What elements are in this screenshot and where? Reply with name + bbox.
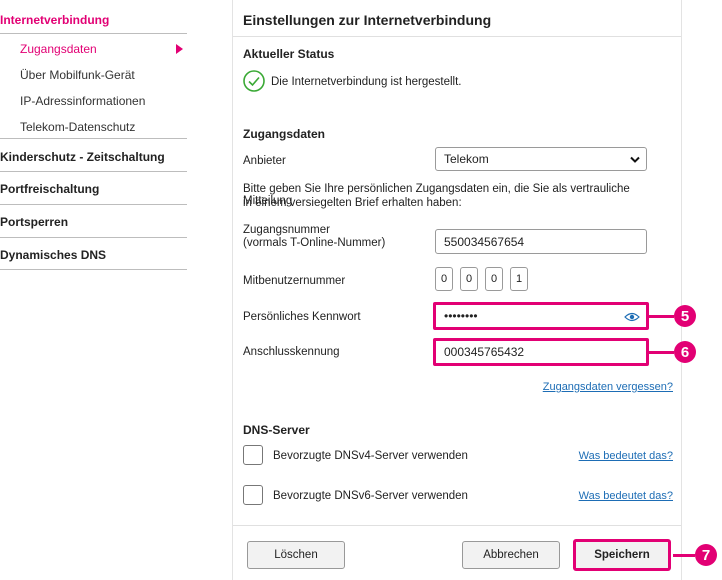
access-heading: Zugangsdaten bbox=[243, 127, 326, 141]
sidebar-divider bbox=[0, 237, 187, 238]
sidebar-item-ip[interactable]: IP-Adressinformationen bbox=[0, 94, 187, 108]
sidebar-section-portfreischaltung[interactable]: Portfreischaltung bbox=[0, 182, 187, 196]
sidebar-section-portsperren[interactable]: Portsperren bbox=[0, 215, 187, 229]
dropdown-chevron-icon bbox=[630, 156, 640, 163]
co-user-label: Mitbenutzernummer bbox=[243, 275, 346, 287]
sidebar-section-dynamisches-dns[interactable]: Dynamisches DNS bbox=[0, 248, 187, 262]
provider-label: Anbieter bbox=[243, 155, 286, 167]
sidebar-divider bbox=[0, 171, 187, 172]
cancel-button[interactable]: Abbrechen bbox=[462, 541, 560, 569]
status-heading: Aktueller Status bbox=[243, 47, 335, 61]
callout-badge-6: 6 bbox=[674, 341, 696, 363]
access-number-input[interactable]: 550034567654 bbox=[435, 229, 647, 254]
dnsv4-checkbox[interactable] bbox=[243, 445, 263, 465]
co-user-digit-1[interactable]: 0 bbox=[435, 267, 453, 291]
sidebar-section-kinderschutz[interactable]: Kinderschutz - Zeitschaltung bbox=[0, 150, 187, 164]
sidebar-divider bbox=[0, 138, 187, 139]
sidebar-item-mobilfunk[interactable]: Über Mobilfunk-Gerät bbox=[0, 68, 187, 82]
footer-divider bbox=[233, 525, 681, 526]
callout-connector bbox=[648, 351, 674, 354]
connection-id-value: 000345765432 bbox=[444, 345, 525, 359]
forgot-credentials-link[interactable]: Zugangsdaten vergessen? bbox=[543, 381, 673, 393]
dnsv6-help-link[interactable]: Was bedeutet das? bbox=[579, 490, 673, 502]
delete-button[interactable]: Löschen bbox=[247, 541, 345, 569]
sidebar-divider bbox=[0, 204, 187, 205]
connection-id-label: Anschlusskennung bbox=[243, 346, 340, 358]
save-button[interactable]: Speichern bbox=[573, 539, 671, 571]
status-check-icon bbox=[243, 70, 265, 92]
callout-badge-7: 7 bbox=[695, 544, 717, 566]
callout-badge-5: 5 bbox=[674, 305, 696, 327]
password-value: •••••••• bbox=[444, 309, 478, 323]
provider-select[interactable]: Telekom bbox=[435, 147, 647, 171]
dnsv6-label: Bevorzugte DNSv6-Server verwenden bbox=[273, 490, 468, 502]
co-user-digit-4[interactable]: 1 bbox=[510, 267, 528, 291]
password-input[interactable]: •••••••• bbox=[433, 302, 649, 330]
status-text: Die Internetverbindung ist hergestellt. bbox=[271, 76, 462, 88]
provider-value: Telekom bbox=[444, 152, 489, 166]
co-user-digit-3[interactable]: 0 bbox=[485, 267, 503, 291]
dnsv4-help-link[interactable]: Was bedeutet das? bbox=[579, 450, 673, 462]
callout-connector bbox=[673, 554, 695, 557]
instructions-line-2: in einem versiegelten Brief erhalten hab… bbox=[243, 197, 462, 209]
sidebar-item-datenschutz[interactable]: Telekom-Datenschutz bbox=[0, 120, 187, 134]
password-label: Persönliches Kennwort bbox=[243, 311, 361, 323]
dns-heading: DNS-Server bbox=[243, 423, 310, 437]
access-number-label-line-2: (vormals T-Online-Nummer) bbox=[243, 237, 386, 249]
dnsv4-label: Bevorzugte DNSv4-Server verwenden bbox=[273, 450, 468, 462]
co-user-digit-2[interactable]: 0 bbox=[460, 267, 478, 291]
access-number-value: 550034567654 bbox=[444, 234, 525, 249]
page-title: Einstellungen zur Internetverbindung bbox=[243, 12, 492, 28]
sidebar-arrow-icon bbox=[176, 44, 183, 54]
sidebar-divider bbox=[0, 269, 187, 270]
access-number-label-line-1: Zugangsnummer bbox=[243, 224, 330, 236]
sidebar-section-internetverbindung[interactable]: Internetverbindung bbox=[0, 13, 187, 27]
settings-panel: Einstellungen zur Internetverbindung Akt… bbox=[232, 0, 682, 580]
dnsv6-checkbox[interactable] bbox=[243, 485, 263, 505]
sidebar-divider bbox=[0, 33, 187, 34]
eye-icon[interactable] bbox=[624, 312, 640, 322]
connection-id-input[interactable]: 000345765432 bbox=[433, 338, 649, 366]
callout-connector bbox=[648, 315, 674, 318]
title-divider bbox=[233, 36, 681, 37]
sidebar-item-zugangsdaten[interactable]: Zugangsdaten bbox=[0, 42, 187, 56]
